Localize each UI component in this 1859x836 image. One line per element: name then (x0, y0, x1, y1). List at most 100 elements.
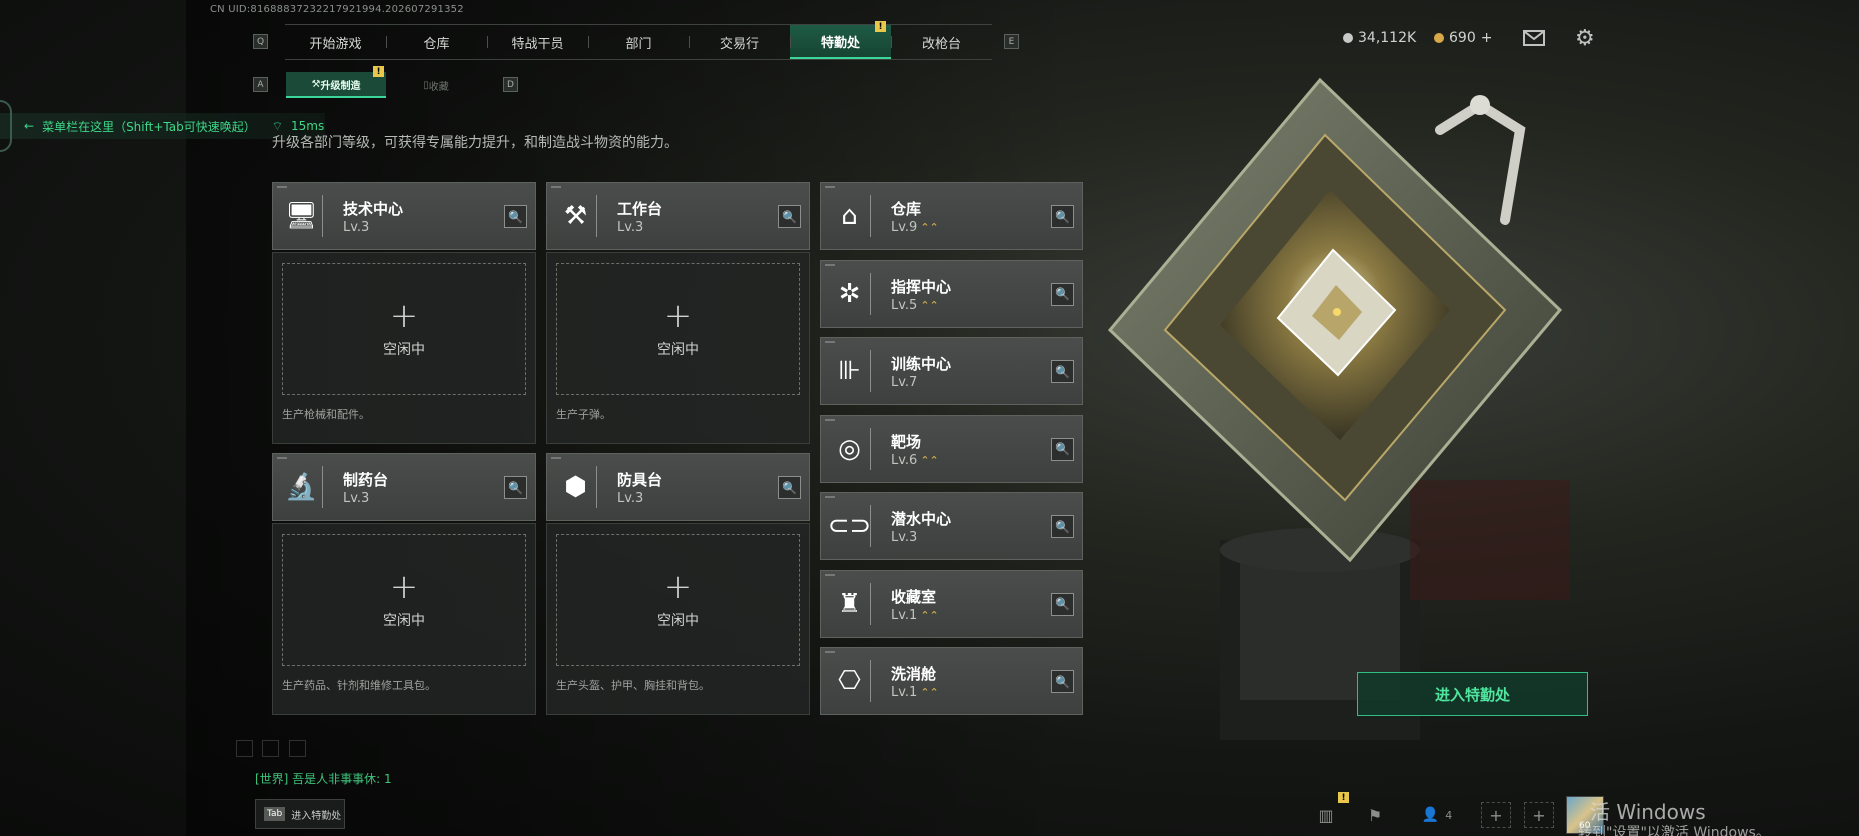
facility-card[interactable]: 🔬 制药台 Lv.3 🔍 (272, 453, 536, 521)
facility-level-row: Lv.3 (891, 530, 917, 545)
search-icon[interactable]: 🔍 (1051, 515, 1074, 538)
tab-enter-hint[interactable]: Tab 进入特勤处 (255, 799, 345, 829)
tab-1[interactable]: 仓库 (386, 25, 487, 59)
facility-level-row: Lv.6 ⌃⌃ (891, 453, 939, 468)
upgrade-available-icon: ⌃⌃ (920, 686, 939, 699)
dumbbell-icon: ⊪ (829, 350, 871, 392)
idle-slot-area[interactable]: + 空闲中 (282, 534, 526, 666)
facility-card[interactable]: ⚒ 工作台 Lv.3 🔍 (546, 182, 810, 250)
facility-card[interactable]: ⊂⊃ 潜水中心 Lv.3 🔍 (820, 492, 1083, 560)
stats-chart-icon[interactable]: ▥ (1311, 802, 1341, 828)
tab-hint-label: 进入特勤处 (291, 810, 342, 822)
tools-icon: ⚒ (555, 195, 597, 237)
upgrade-available-icon: ⌃⌃ (920, 608, 939, 622)
card-corner-mark (277, 186, 287, 188)
tab-6[interactable]: 改枪台 (891, 25, 992, 59)
mail-icon[interactable] (1523, 30, 1545, 46)
facility-level-row: Lv.9 ⌃⌃ (891, 220, 939, 235)
gear-icon[interactable]: ⚙ (1575, 26, 1595, 51)
add-production-icon: + (389, 567, 419, 607)
add-party-slot-1[interactable]: + (1481, 802, 1511, 828)
tab-5[interactable]: 特勤处! (790, 21, 891, 59)
production-slot[interactable]: + 空闲中生产头盔、护甲、胸挂和背包。 (546, 523, 810, 715)
facility-level: Lv.3 (617, 220, 644, 235)
ping-value: 15ms (291, 119, 325, 133)
tab-2[interactable]: 特战干员 (487, 25, 588, 59)
subtab-1[interactable]: ▯ 收藏 (386, 72, 486, 98)
search-icon[interactable]: 🔍 (1051, 670, 1074, 693)
chat-settings-icon[interactable] (289, 740, 306, 757)
card-corner-mark (551, 457, 561, 459)
search-icon[interactable]: 🔍 (1051, 205, 1074, 228)
nav-left-key[interactable]: Q (253, 34, 268, 49)
card-corner-mark (825, 496, 835, 498)
idle-slot-area[interactable]: + 空闲中 (282, 263, 526, 395)
search-icon[interactable]: 🔍 (1051, 592, 1074, 616)
idle-slot-area[interactable]: + 空闲中 (556, 263, 800, 395)
facility-card[interactable]: ⬢ 防具台 Lv.3 🔍 (546, 453, 810, 521)
chip-icon: ✲ (829, 272, 871, 315)
facility-name: 工作台 (617, 200, 663, 218)
tab-4[interactable]: 交易行 (689, 25, 790, 59)
production-note: 生产头盔、护甲、胸挂和背包。 (556, 679, 710, 692)
facility-card[interactable]: ⎔ 洗消舱 Lv.1 ⌃⌃ 🔍 (820, 647, 1083, 715)
search-icon[interactable]: 🔍 (778, 205, 801, 228)
idle-slot-area[interactable]: + 空闲中 (556, 534, 800, 666)
facility-level: Lv.3 (343, 220, 370, 235)
chat-channel-icon[interactable] (236, 740, 253, 757)
idle-status: 空闲中 (657, 613, 699, 629)
special-ops-hangar-illustration (1107, 77, 1570, 740)
card-corner-mark (825, 573, 835, 576)
subnav-left-key[interactable]: A (253, 77, 268, 92)
nav-right-key[interactable]: E (1004, 34, 1019, 49)
enter-special-ops-button[interactable]: 进入特勤处 (1357, 672, 1588, 716)
friends-button[interactable]: 👤 4 (1412, 802, 1462, 828)
search-icon[interactable]: 🔍 (1051, 282, 1074, 306)
tab-label: 仓库 (423, 36, 450, 52)
subnav-right-key[interactable]: D (503, 77, 518, 92)
search-icon[interactable]: 🔍 (504, 476, 527, 499)
coins-balance: 34,112K (1343, 30, 1416, 46)
facility-level: Lv.3 (891, 530, 918, 545)
upgrade-available-icon: ⌃⌃ (920, 221, 939, 234)
page-description: 升级各部门等级，可获得专属能力提升，和制造战斗物资的能力。 (272, 135, 678, 151)
facility-card[interactable]: ⌂ 仓库 Lv.9 ⌃⌃ 🔍 (820, 182, 1083, 250)
flag-icon[interactable]: ⚑ (1360, 802, 1390, 828)
subtab-0[interactable]: ⚒ 升级制造! (286, 66, 386, 98)
idle-status: 空闲中 (657, 342, 699, 358)
add-gold-button[interactable]: + (1481, 30, 1493, 46)
facility-level: Lv.3 (617, 491, 644, 506)
trophy-icon: ♜ (829, 582, 871, 625)
coins-value: 34,112K (1358, 30, 1417, 46)
subtab-label: 收藏 (428, 81, 449, 93)
hammer-icon: ⚒ (311, 78, 321, 90)
chat-emoji-icon[interactable] (262, 740, 279, 757)
tab-label: 特勤处 (820, 35, 860, 51)
facility-card[interactable]: ⊪ 训练中心 Lv.7 🔍 (820, 337, 1083, 405)
search-icon[interactable]: 🔍 (1051, 437, 1074, 461)
search-icon[interactable]: 🔍 (1051, 360, 1074, 383)
production-slot[interactable]: + 空闲中 生产药品、针剂和维修工具包。 (272, 523, 536, 715)
facility-card[interactable]: 🖥 技术中心 Lv.3 🔍 (272, 182, 536, 250)
card-corner-mark (825, 186, 835, 188)
warehouse-icon: ⌂ (829, 195, 871, 237)
search-icon[interactable]: 🔍 (778, 476, 801, 499)
microscope-icon: 🔬 (281, 466, 323, 508)
add-production-icon: + (663, 296, 693, 336)
add-production-icon: + (663, 567, 693, 607)
facility-card[interactable]: ✲ 指挥中心 Lv.5 ⌃⌃ 🔍 (820, 259, 1083, 328)
add-party-slot-2[interactable]: + (1524, 802, 1554, 828)
production-slot[interactable]: + 空闲中 生产枪械和配件。 (272, 252, 536, 444)
tab-0[interactable]: 开始游戏 (285, 25, 386, 59)
side-drawer-handle[interactable] (0, 100, 12, 152)
facility-card[interactable]: ◎ 靶场 Lv.6 ⌃⌃ 🔍 (820, 414, 1083, 483)
facility-level: Lv.9 (891, 220, 918, 235)
tab-3[interactable]: 部门 (588, 25, 689, 59)
search-icon[interactable]: 🔍 (504, 205, 527, 228)
gold-balance[interactable]: 690 + (1434, 30, 1492, 46)
facility-card[interactable]: ♜ 收藏室 Lv.1 ⌃⌃ 🔍 (820, 569, 1083, 638)
gold-value: 690 (1449, 30, 1476, 46)
world-chat-message[interactable]: [世界] 吾是人非事事休: 1 (255, 770, 392, 787)
production-slot[interactable]: + 空闲中 生产子弹。 (546, 252, 810, 444)
facility-level-row: Lv.3 (617, 491, 643, 506)
